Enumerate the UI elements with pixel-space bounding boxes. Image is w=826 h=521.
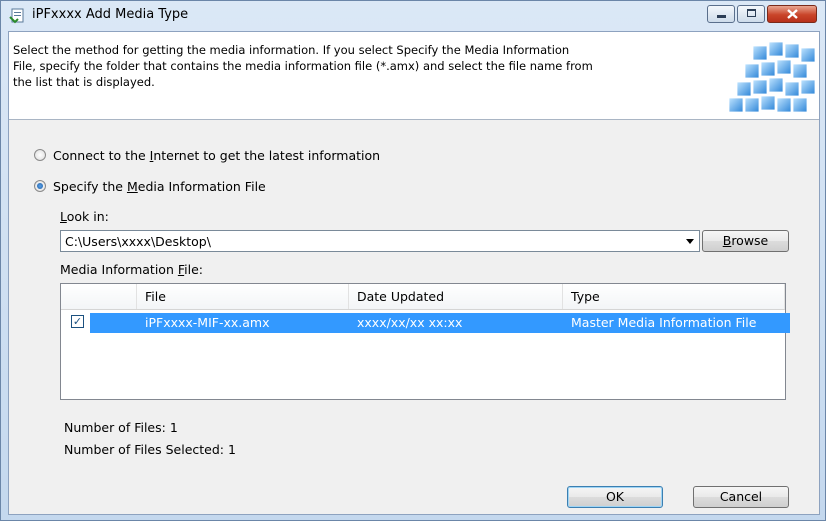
column-header-check[interactable]	[61, 284, 137, 309]
browse-button[interactable]: Browse	[702, 230, 789, 252]
maximize-icon	[747, 9, 756, 17]
column-header-file[interactable]: File	[137, 284, 349, 309]
ok-button[interactable]: OK	[567, 486, 663, 508]
minimize-button[interactable]	[707, 5, 735, 23]
row-checkbox[interactable]: ✓	[71, 315, 84, 328]
cancel-button[interactable]: Cancel	[693, 486, 789, 508]
internet-radio[interactable]	[34, 149, 46, 161]
checkmark-icon: ✓	[72, 315, 83, 328]
close-icon	[787, 9, 798, 19]
look-in-label: Look in:	[60, 209, 109, 224]
media-file-list[interactable]: File Date Updated Type ✓ iPFxxxx-MIF-xx.…	[60, 283, 790, 400]
close-button[interactable]	[767, 5, 817, 23]
file-count-text: Number of Files: 1	[64, 420, 178, 435]
row-date-updated: xxxx/xx/xx xx:xx	[357, 315, 463, 330]
dialog-window: iPFxxxx Add Media Type Select the method…	[0, 0, 826, 521]
dialog-client-area: Select the method for getting the media …	[8, 31, 820, 515]
look-in-dropdown[interactable]: C:\Users\xxxx\Desktop\	[60, 230, 700, 252]
maximize-button[interactable]	[737, 5, 765, 23]
media-file-list-label: Media Information File:	[60, 262, 203, 277]
instruction-line: File, specify the folder that contains t…	[13, 59, 593, 73]
list-header: File Date Updated Type	[61, 284, 785, 310]
row-type: Master Media Information File	[571, 315, 757, 330]
minimize-icon	[717, 15, 726, 18]
instruction-header: Select the method for getting the media …	[9, 32, 819, 120]
specify-file-option[interactable]: Specify the Media Information File	[34, 177, 266, 195]
app-icon	[9, 8, 24, 24]
internet-option-label: Connect to the Internet to get the lates…	[53, 147, 381, 163]
column-header-type[interactable]: Type	[563, 284, 785, 309]
specify-file-radio[interactable]	[34, 180, 46, 192]
selected-count-text: Number of Files Selected: 1	[64, 442, 236, 457]
table-row[interactable]: ✓ iPFxxxx-MIF-xx.amx xxxx/xx/xx xx:xx Ma…	[61, 313, 790, 333]
internet-option[interactable]: Connect to the Internet to get the lates…	[34, 146, 380, 164]
instruction-text: Select the method for getting the media …	[13, 42, 703, 90]
title-bar[interactable]: iPFxxxx Add Media Type	[1, 1, 825, 31]
look-in-value: C:\Users\xxxx\Desktop\	[65, 234, 211, 249]
instruction-line: Select the method for getting the media …	[13, 43, 570, 57]
window-title: iPFxxxx Add Media Type	[32, 7, 189, 22]
instruction-line: the list that is displayed.	[13, 75, 155, 89]
row-file-name: iPFxxxx-MIF-xx.amx	[145, 315, 270, 330]
column-header-date[interactable]: Date Updated	[349, 284, 563, 309]
media-graphic-icon	[728, 41, 816, 113]
chevron-down-icon[interactable]	[686, 239, 694, 244]
specify-file-option-label: Specify the Media Information File	[53, 178, 266, 194]
